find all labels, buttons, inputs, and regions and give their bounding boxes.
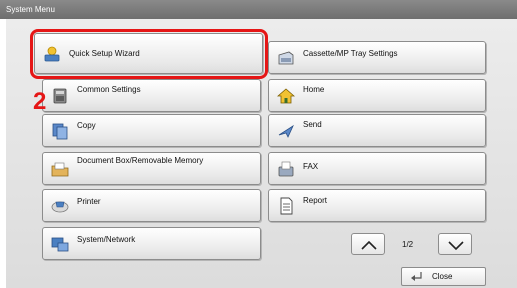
send-label: Send	[303, 120, 322, 129]
send-button[interactable]: Send	[268, 114, 486, 147]
report-icon	[280, 197, 293, 214]
home-button[interactable]: Home	[268, 79, 486, 112]
copy-button[interactable]: Copy	[42, 114, 261, 147]
home-icon	[277, 87, 295, 103]
window-title: System Menu	[6, 5, 55, 14]
close-button[interactable]: Close	[401, 267, 486, 286]
home-label: Home	[303, 85, 325, 94]
step-marker: 2	[33, 88, 47, 115]
chevron-up-icon	[361, 240, 377, 250]
fax-icon	[278, 161, 294, 176]
send-icon	[278, 124, 294, 138]
report-label: Report	[303, 196, 328, 205]
common-settings-label: Common Settings	[77, 85, 141, 94]
page-down-button[interactable]	[438, 233, 472, 255]
system-network-label: System/Network	[77, 235, 136, 244]
system-network-button[interactable]: System/Network	[42, 227, 261, 260]
title-bar: System Menu	[0, 0, 517, 19]
report-button[interactable]: Report	[268, 189, 486, 222]
cassette-mp-tray-settings-button[interactable]: Cassette/MP Tray Settings	[268, 41, 486, 74]
chevron-down-icon	[448, 241, 464, 251]
network-icon	[51, 237, 69, 251]
printer-icon	[51, 201, 69, 212]
document-box-icon	[51, 162, 69, 176]
copy-label: Copy	[77, 121, 96, 130]
printer-settings-icon	[53, 88, 67, 103]
cassette-icon	[278, 51, 294, 64]
document-box-button[interactable]: Document Box/Removable Memory	[42, 152, 261, 185]
copy-icon	[52, 123, 68, 139]
page-up-button[interactable]	[351, 233, 385, 255]
highlight-frame	[30, 29, 268, 79]
printer-label: Printer	[77, 197, 101, 206]
page-indicator: 1/2	[402, 240, 414, 249]
cassette-mp-tray-settings-label: Cassette/MP Tray Settings	[303, 49, 398, 58]
fax-button[interactable]: FAX	[268, 152, 486, 185]
printer-button[interactable]: Printer	[42, 189, 261, 222]
common-settings-button[interactable]: Common Settings	[42, 79, 261, 112]
return-arrow-icon	[411, 272, 422, 281]
document-box-label: Document Box/Removable Memory	[77, 156, 204, 165]
close-label: Close	[432, 272, 453, 281]
fax-label: FAX	[303, 162, 319, 171]
